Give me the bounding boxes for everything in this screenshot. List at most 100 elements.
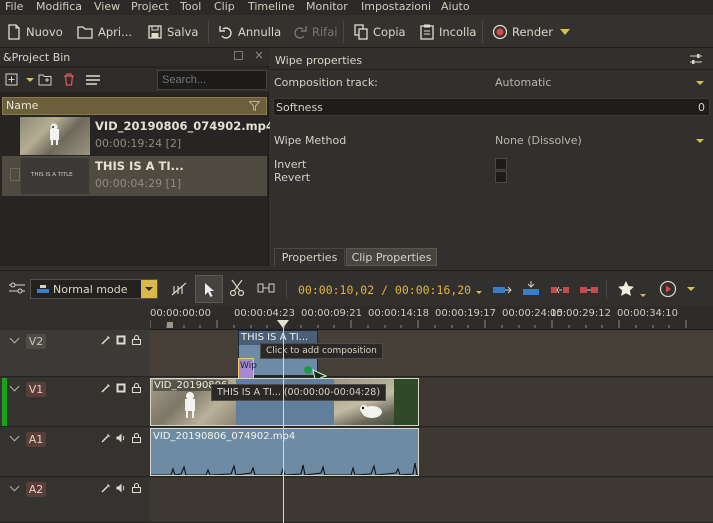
effects-wand-icon[interactable] xyxy=(101,335,110,345)
list-item[interactable]: VID_20190806_074902.mp4 00:00:19:24 [2] xyxy=(2,116,274,156)
revert-label: Revert xyxy=(274,171,311,184)
normal-mode-icon xyxy=(37,284,49,294)
project-bin-title: &Project Bin xyxy=(3,51,71,64)
menu-icon[interactable] xyxy=(86,74,100,86)
chevron-down-icon[interactable] xyxy=(9,481,20,492)
menu-aiuto[interactable]: Aiuto xyxy=(441,0,470,15)
menu-monitor[interactable]: Monitor xyxy=(306,0,348,15)
save-button[interactable]: Salva xyxy=(147,20,198,44)
wipe-method-select[interactable]: None (Dissolve) xyxy=(495,134,582,147)
menu-modifica[interactable]: Modifica xyxy=(36,0,82,15)
menu-tool[interactable]: Tool xyxy=(180,0,201,15)
ruler-label: 00:00:04:23 xyxy=(234,308,296,319)
star-icon[interactable] xyxy=(617,280,635,297)
new-button[interactable]: Nuovo xyxy=(6,20,63,44)
overwrite-icon[interactable] xyxy=(521,280,541,296)
track-settings-icon[interactable] xyxy=(7,281,27,295)
open-button[interactable]: Apri... xyxy=(77,20,132,44)
undo-icon xyxy=(218,24,234,40)
speaker-icon[interactable] xyxy=(116,433,126,443)
menu-project[interactable]: Project xyxy=(131,0,169,15)
track-header-v1[interactable]: V1 xyxy=(0,378,150,427)
softness-value: 0 xyxy=(698,101,705,114)
filter-icon[interactable] xyxy=(249,101,260,111)
search-input[interactable] xyxy=(157,70,267,90)
new-file-icon xyxy=(6,24,22,40)
menu-impostazioni[interactable]: Impostazioni xyxy=(361,0,431,15)
ruler-ticks xyxy=(150,320,687,328)
menu-file[interactable]: File xyxy=(5,0,23,15)
selection-tool-button[interactable] xyxy=(195,275,223,303)
spacer-tool-icon[interactable] xyxy=(257,282,275,294)
new-folder-icon[interactable] xyxy=(38,73,52,86)
undo-button[interactable]: Annulla xyxy=(218,20,281,44)
record-dropdown-icon[interactable] xyxy=(687,287,695,291)
delete-icon[interactable] xyxy=(63,73,75,86)
timeline-ruler[interactable]: 00:00:00:00 00:00:04:23 00:00:09:21 00:0… xyxy=(150,306,713,330)
lock-icon[interactable] xyxy=(132,335,141,345)
close-panel-icon[interactable]: × xyxy=(254,48,264,62)
pointer-icon xyxy=(204,282,216,298)
menu-view[interactable]: View xyxy=(94,0,120,15)
effects-wand-icon[interactable] xyxy=(101,483,110,493)
invert-checkbox[interactable] xyxy=(495,158,507,170)
film-icon[interactable] xyxy=(116,383,126,393)
name-column-header[interactable]: Name xyxy=(2,97,267,115)
active-track-bar xyxy=(2,378,7,426)
toolbar-divider xyxy=(286,279,287,299)
video-thumbnail xyxy=(20,117,90,155)
extract-icon[interactable] xyxy=(579,282,599,296)
tab-properties[interactable]: Properties xyxy=(274,248,345,266)
track-header-a2[interactable]: A2 xyxy=(0,478,150,523)
lock-icon[interactable] xyxy=(132,433,141,443)
copy-button[interactable]: Copia xyxy=(353,20,406,44)
timecode-display[interactable]: 00:00:10,02 / 00:00:16,20 xyxy=(298,283,471,297)
project-bin-panel: &Project Bin × Name VID_20190806_074902.… xyxy=(0,48,274,266)
effects-wand-icon[interactable] xyxy=(101,383,110,393)
render-label: Render xyxy=(512,25,553,39)
star-dropdown-icon[interactable] xyxy=(640,294,646,297)
menu-timeline[interactable]: Timeline xyxy=(248,0,295,15)
composition-wipe[interactable]: Wip xyxy=(238,358,257,380)
redo-button[interactable]: Rifai xyxy=(292,20,337,44)
track-lane-a2[interactable] xyxy=(150,478,713,523)
add-clip-dropdown-icon[interactable] xyxy=(26,78,34,82)
revert-checkbox[interactable] xyxy=(495,171,507,183)
effects-wand-icon[interactable] xyxy=(101,433,110,443)
add-clip-icon[interactable] xyxy=(5,73,18,86)
float-panel-icon[interactable] xyxy=(234,51,243,60)
lock-icon[interactable] xyxy=(132,383,141,393)
mode-dropdown-button[interactable] xyxy=(141,280,157,298)
track-controls xyxy=(101,335,141,345)
track-lane-v2[interactable] xyxy=(150,330,713,377)
render-button[interactable]: Render xyxy=(492,20,553,44)
settings-sliders-icon[interactable] xyxy=(689,53,703,66)
softness-slider[interactable]: Softness 0 xyxy=(273,98,710,116)
list-item-selected[interactable]: THIS IS A TITLE THIS IS A TI... 00:00:04… xyxy=(2,156,267,196)
film-icon[interactable] xyxy=(116,335,126,345)
tab-clip-properties[interactable]: Clip Properties xyxy=(346,248,437,266)
composition-track-dropdown-icon[interactable] xyxy=(696,81,704,85)
composition-track-select[interactable]: Automatic xyxy=(495,76,551,89)
chevron-down-icon[interactable] xyxy=(9,333,20,344)
render-dropdown-icon[interactable] xyxy=(560,29,570,35)
timecode-dropdown-icon[interactable] xyxy=(476,291,482,294)
wipe-method-dropdown-icon[interactable] xyxy=(696,139,704,143)
edit-mode-select[interactable]: Normal mode xyxy=(30,279,158,299)
razor-icon[interactable] xyxy=(229,279,245,297)
insert-icon[interactable] xyxy=(492,282,512,296)
record-menu-icon[interactable] xyxy=(659,280,677,298)
menu-clip[interactable]: Clip xyxy=(214,0,235,15)
track-header-a1[interactable]: A1 xyxy=(0,428,150,477)
track-name: V2 xyxy=(26,334,46,349)
audio-clip[interactable]: VID_20190806_074902.mp4 xyxy=(150,428,419,476)
chevron-down-icon[interactable] xyxy=(9,431,20,442)
track-header-v2[interactable]: V2 xyxy=(0,330,150,377)
speaker-icon[interactable] xyxy=(116,483,126,493)
paste-button[interactable]: Incolla xyxy=(419,20,476,44)
chevron-down-icon[interactable] xyxy=(9,381,20,392)
lock-icon[interactable] xyxy=(132,483,141,493)
lift-icon[interactable] xyxy=(550,282,570,296)
razor-snap-icon[interactable] xyxy=(170,281,188,297)
playhead-line[interactable] xyxy=(283,320,284,523)
